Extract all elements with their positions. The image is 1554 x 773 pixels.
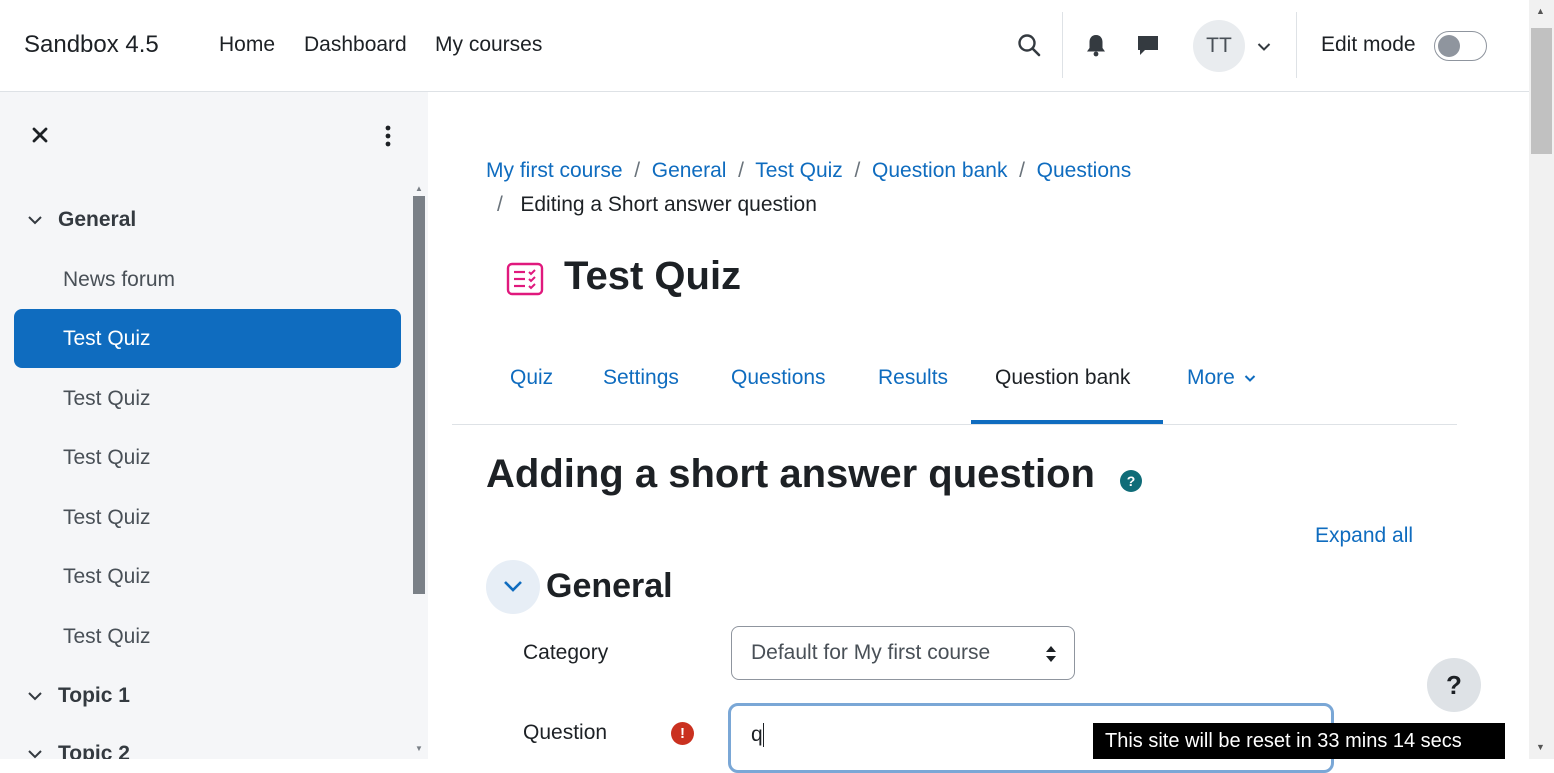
drawer-item-test-quiz[interactable]: Test Quiz [14, 547, 401, 606]
drawer-section-title: Topic 1 [58, 684, 130, 707]
drawer-section-title: General [58, 208, 137, 231]
help-icon[interactable]: ? [1120, 470, 1142, 492]
breadcrumb-current: Editing a Short answer question [520, 193, 817, 216]
drawer-item-test-quiz[interactable]: Test Quiz [14, 369, 401, 428]
breadcrumb-separator: / [732, 159, 750, 182]
question-label: Question [523, 721, 608, 744]
tab-settings[interactable]: Settings [603, 366, 679, 390]
drawer-section-title: Topic 2 [58, 742, 130, 759]
drawer-section-topic-2[interactable]: Topic 2 [26, 742, 130, 759]
chevron-down-icon [504, 581, 522, 592]
required-icon: ! [671, 722, 694, 745]
tab-results[interactable]: Results [878, 366, 948, 390]
bell-icon[interactable] [1085, 33, 1107, 62]
drawer-item-test-quiz[interactable]: Test Quiz [14, 309, 401, 368]
drawer-item-news-forum[interactable]: News forum [14, 250, 401, 309]
breadcrumb-link-section[interactable]: General [652, 159, 727, 182]
scroll-down-arrow[interactable]: ▼ [415, 744, 423, 753]
chevron-down-icon [28, 692, 42, 701]
chevron-down-icon[interactable] [1257, 39, 1271, 57]
breadcrumb-separator: / [628, 159, 646, 182]
search-icon[interactable] [1017, 33, 1041, 62]
edit-mode-toggle[interactable] [1434, 31, 1487, 61]
category-select-value: Default for My first course [751, 641, 991, 664]
question-input-value: q [751, 723, 763, 746]
nav-link-dashboard[interactable]: Dashboard [304, 33, 407, 57]
breadcrumb-separator: / [1013, 159, 1031, 182]
navbar-divider [1296, 12, 1297, 78]
scroll-up-arrow[interactable]: ▲ [415, 184, 423, 193]
breadcrumb-link-questions[interactable]: Questions [1037, 159, 1132, 182]
kebab-menu-icon[interactable] [380, 124, 396, 153]
scroll-down-arrow[interactable]: ▼ [1536, 742, 1545, 752]
expand-all-link[interactable]: Expand all [1315, 524, 1413, 548]
tabs-divider [452, 424, 1457, 425]
close-icon[interactable] [27, 122, 53, 153]
select-arrows-icon [1045, 644, 1057, 670]
tab-question-bank[interactable]: Question bank [995, 366, 1130, 390]
tab-questions[interactable]: Questions [731, 366, 826, 390]
drawer-section-general[interactable]: General [26, 208, 136, 232]
breadcrumb-current-row: / Editing a Short answer question [497, 193, 817, 217]
breadcrumb-separator: / [497, 193, 515, 216]
chevron-down-icon [1244, 375, 1255, 382]
quiz-icon [506, 262, 544, 296]
course-index-drawer: General News forum Test Quiz Test Quiz T… [0, 92, 428, 759]
tab-more[interactable]: More [1187, 366, 1256, 390]
chevron-down-icon [28, 750, 42, 759]
form-title: Adding a short answer question [486, 452, 1095, 496]
site-brand[interactable]: Sandbox 4.5 [24, 31, 159, 59]
breadcrumb-separator: / [848, 159, 867, 182]
breadcrumb-link-course[interactable]: My first course [486, 159, 623, 182]
drawer-scrollbar-thumb[interactable] [413, 196, 425, 594]
form-section-title: General [546, 567, 673, 605]
chat-icon[interactable] [1136, 33, 1160, 62]
drawer-item-test-quiz[interactable]: Test Quiz [14, 488, 401, 547]
help-fab-button[interactable]: ? [1427, 658, 1481, 712]
breadcrumb: My first course / General / Test Quiz / … [486, 159, 1131, 183]
breadcrumb-link-question-bank[interactable]: Question bank [872, 159, 1007, 182]
tab-more-label: More [1187, 366, 1235, 389]
page-scrollbar-thumb[interactable] [1531, 28, 1552, 154]
top-navbar: Sandbox 4.5 Home Dashboard My courses TT… [0, 0, 1529, 92]
scroll-up-arrow[interactable]: ▲ [1536, 6, 1545, 16]
page-title: Test Quiz [564, 254, 742, 298]
section-collapse-button[interactable] [486, 560, 540, 614]
drawer-item-test-quiz[interactable]: Test Quiz [14, 428, 401, 487]
chevron-down-icon [28, 216, 42, 225]
nav-link-my-courses[interactable]: My courses [435, 33, 542, 57]
user-avatar[interactable]: TT [1193, 20, 1245, 72]
site-reset-banner: This site will be reset in 33 mins 14 se… [1093, 723, 1505, 759]
category-label: Category [523, 641, 609, 664]
breadcrumb-link-quiz[interactable]: Test Quiz [755, 159, 843, 182]
text-caret [762, 723, 764, 748]
tab-quiz[interactable]: Quiz [510, 366, 553, 390]
drawer-section-topic-1[interactable]: Topic 1 [26, 684, 130, 708]
nav-link-home[interactable]: Home [219, 33, 275, 57]
edit-mode-label: Edit mode [1321, 33, 1416, 56]
drawer-item-test-quiz[interactable]: Test Quiz [14, 607, 401, 666]
toggle-knob [1438, 35, 1460, 57]
navbar-divider [1062, 12, 1063, 78]
category-select[interactable]: Default for My first course [731, 626, 1075, 680]
